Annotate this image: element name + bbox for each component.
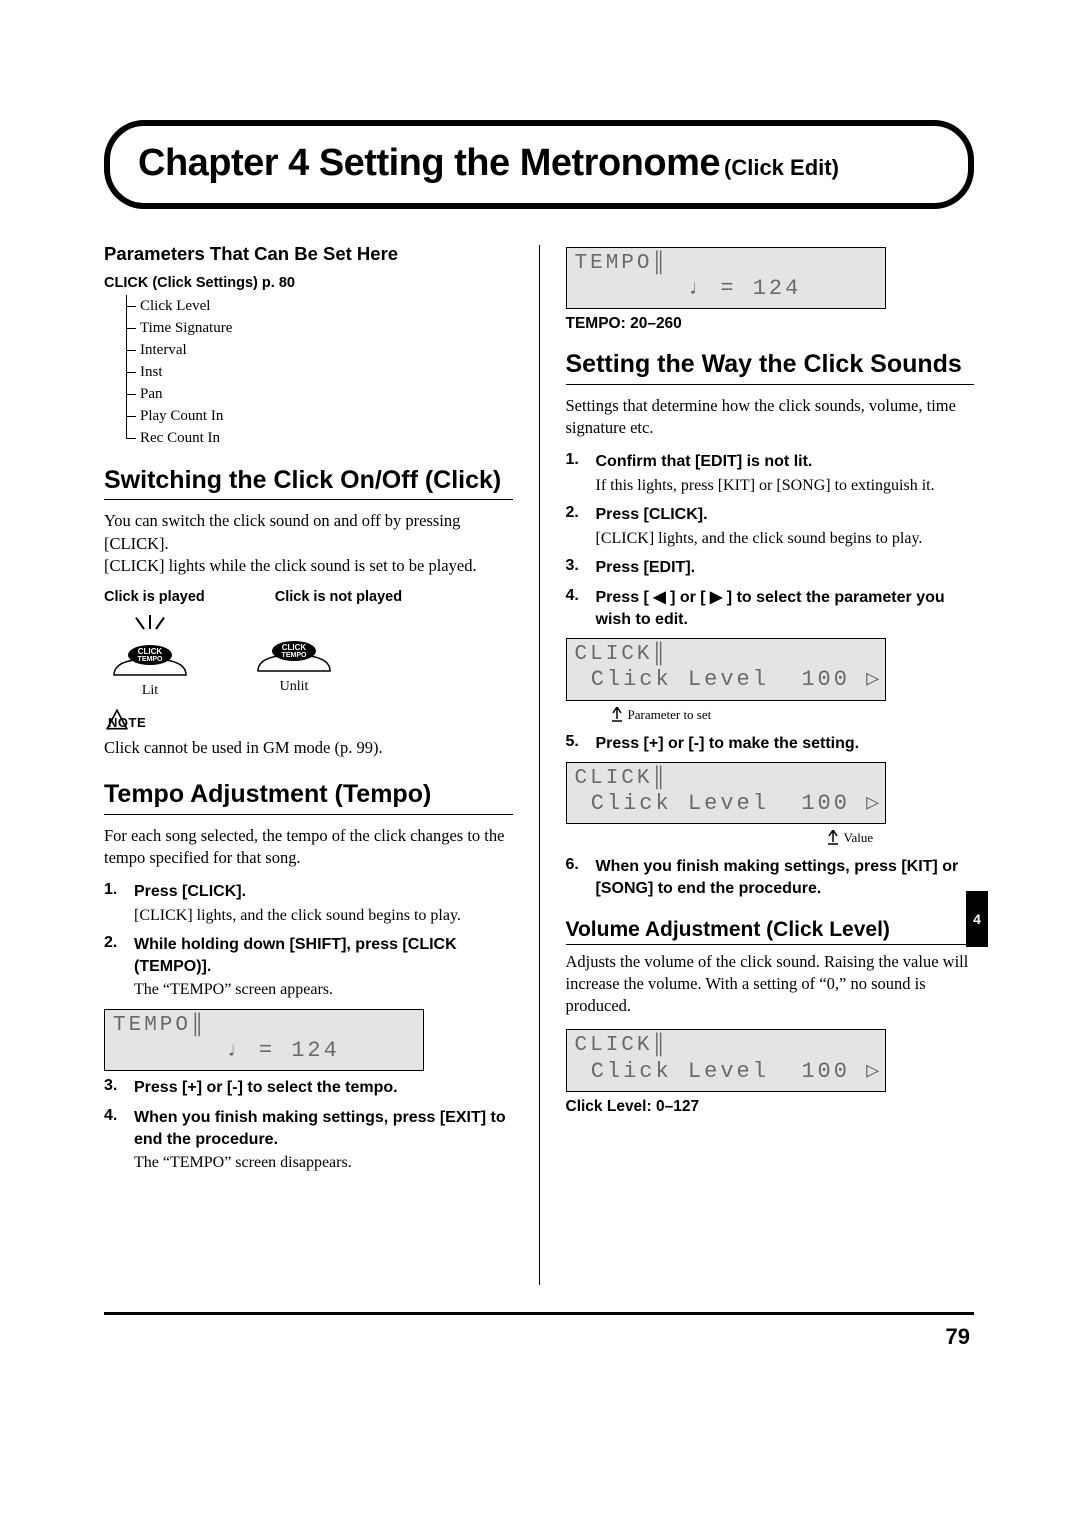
svg-text:CLICK: CLICK: [282, 643, 307, 652]
right-column: TEMPO║ ♩ = 124 TEMPO: 20–260 Setting the…: [566, 243, 975, 1285]
chapter-title-box: Chapter 4 Setting the Metronome (Click E…: [104, 120, 974, 209]
click-played-label: Click is played: [104, 589, 205, 605]
chapter-subtitle: (Click Edit): [724, 155, 839, 180]
tree-item: Interval: [140, 342, 187, 359]
step-bold: Press [CLICK].: [596, 504, 923, 526]
step-note: [CLICK] lights, and the click sound begi…: [596, 528, 923, 550]
lit-caption: Lit: [142, 683, 158, 699]
note-icon: NOTE: [104, 707, 513, 733]
tree-item: Click Level: [140, 298, 210, 315]
volume-body: Adjusts the volume of the click sound. R…: [566, 951, 975, 1018]
step-bold: Press [EDIT].: [596, 557, 696, 579]
sounds-body: Settings that determine how the click so…: [566, 395, 975, 440]
step-bold: Press [CLICK].: [134, 881, 461, 903]
step-note: If this lights, press [KIT] or [SONG] to…: [596, 475, 935, 497]
footer-rule: [104, 1312, 974, 1315]
params-heading: Parameters That Can Be Set Here: [104, 243, 513, 265]
param-pointer: Parameter to set: [610, 707, 975, 725]
lcd-click-screen: CLICK║ Click Level 100 ▷: [566, 762, 886, 824]
unlit-caption: Unlit: [280, 679, 309, 695]
click-notplayed-label: Click is not played: [275, 589, 402, 605]
left-column: Parameters That Can Be Set Here CLICK (C…: [104, 243, 513, 1285]
step-bold: Press [+] or [-] to make the setting.: [596, 733, 860, 755]
step-note: The “TEMPO” screen disappears.: [134, 1152, 513, 1174]
step-note: The “TEMPO” screen appears.: [134, 979, 513, 1001]
volume-heading: Volume Adjustment (Click Level): [566, 918, 975, 945]
svg-text:TEMPO: TEMPO: [282, 652, 307, 659]
tree-item: Play Count In: [140, 408, 223, 425]
step-note: [CLICK] lights, and the click sound begi…: [134, 905, 461, 927]
switch-body: You can switch the click sound on and of…: [104, 510, 513, 577]
page-number: 79: [946, 1324, 970, 1350]
lcd-click-screen: CLICK║ Click Level 100 ▷: [566, 1029, 886, 1091]
step-bold: Press [ ◀ ] or [ ▶ ] to select the param…: [596, 587, 975, 630]
svg-text:TEMPO: TEMPO: [138, 656, 163, 663]
lcd-tempo-screen: TEMPO║ ♩ = 124: [566, 247, 886, 309]
lcd-click-screen: CLICK║ Click Level 100 ▷: [566, 638, 886, 700]
tempo-heading: Tempo Adjustment (Tempo): [104, 781, 513, 807]
tree-item: Inst: [140, 364, 163, 381]
click-button-icon: CLICK TEMPO: [108, 637, 192, 679]
step-bold: When you finish making settings, press […: [134, 1107, 513, 1150]
step-bold: Press [+] or [-] to select the tempo.: [134, 1077, 398, 1099]
tree-item: Rec Count In: [140, 430, 220, 447]
click-level-range: Click Level: 0–127: [566, 1098, 975, 1116]
step-bold: When you finish making settings, press […: [596, 856, 975, 899]
click-button-diagram: CLICK TEMPO Lit CLICK TEMPO Unlit: [108, 615, 513, 699]
tempo-body: For each song selected, the tempo of the…: [104, 825, 513, 870]
chapter-title: Chapter 4 Setting the Metronome: [138, 142, 720, 184]
switch-heading: Switching the Click On/Off (Click): [104, 467, 513, 493]
lcd-tempo-screen: TEMPO║ ♩ = 124: [104, 1009, 424, 1071]
tempo-range: TEMPO: 20–260: [566, 315, 975, 333]
click-settings-label: CLICK (Click Settings) p. 80: [104, 275, 513, 291]
sounds-heading: Setting the Way the Click Sounds: [566, 351, 975, 377]
click-button-icon: CLICK TEMPO: [252, 633, 336, 675]
note-text: Click cannot be used in GM mode (p. 99).: [104, 737, 513, 759]
svg-text:CLICK: CLICK: [138, 647, 163, 656]
tree-item: Time Signature: [140, 320, 232, 337]
value-pointer: Value: [826, 830, 975, 848]
tree-item: Pan: [140, 386, 163, 403]
params-tree: Click Level Time Signature Interval Inst…: [122, 295, 513, 449]
step-bold: Confirm that [EDIT] is not lit.: [596, 451, 935, 473]
step-bold: While holding down [SHIFT], press [CLICK…: [134, 934, 513, 977]
chapter-tab: 4: [966, 891, 988, 947]
